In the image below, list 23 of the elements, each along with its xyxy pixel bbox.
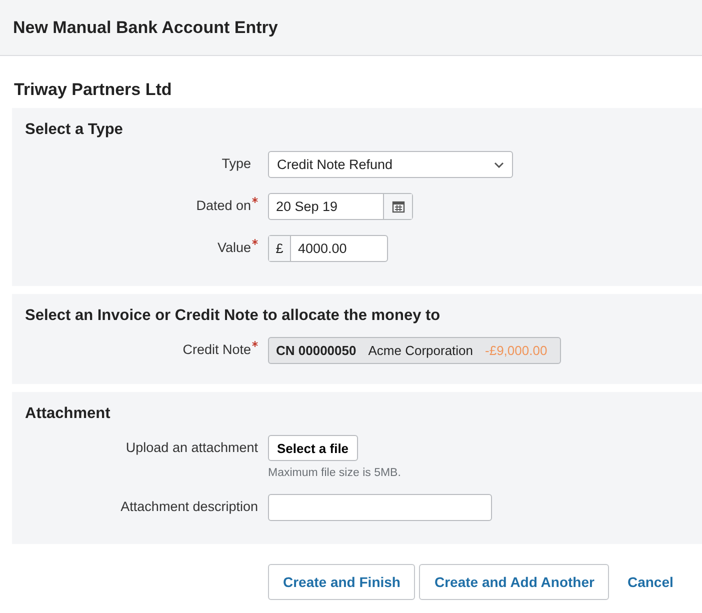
field-label: Attachment description <box>120 499 258 514</box>
file-size-hint: Maximum file size is 5MB. <box>268 467 401 479</box>
section-title: Attachment <box>25 405 112 423</box>
calendar-icon[interactable] <box>392 200 404 213</box>
create-button[interactable]: Create and Add Another <box>419 564 610 600</box>
type-select[interactable]: Credit Note Refund <box>268 151 513 178</box>
page-title: New Manual Bank Account Entry <box>13 18 278 38</box>
credit-note-field[interactable]: CN 00000050 Acme Corporation -£9,000.00 <box>268 337 561 364</box>
create-button[interactable]: Create and Finish <box>268 564 416 600</box>
cancel-link[interactable]: Cancel <box>627 574 674 590</box>
select-file-button[interactable]: Select a file <box>268 435 358 461</box>
field-label: Value <box>217 240 251 255</box>
section-title: Select a Type <box>25 121 124 139</box>
company-name: Triway Partners Ltd <box>13 79 173 101</box>
field-label: Credit Note <box>182 342 251 357</box>
description-field[interactable] <box>268 494 492 521</box>
chevron-down-icon <box>494 162 504 168</box>
field-label: Dated on <box>196 198 251 213</box>
field-label: Type <box>222 156 251 171</box>
value-field[interactable]: £ 4000.00 <box>268 235 388 262</box>
field-label: Upload an attachment <box>126 440 258 455</box>
date-field[interactable]: 20 Sep 19 <box>268 193 413 220</box>
section-title: Select an Invoice or Credit Note to allocate the money to <box>25 307 442 325</box>
